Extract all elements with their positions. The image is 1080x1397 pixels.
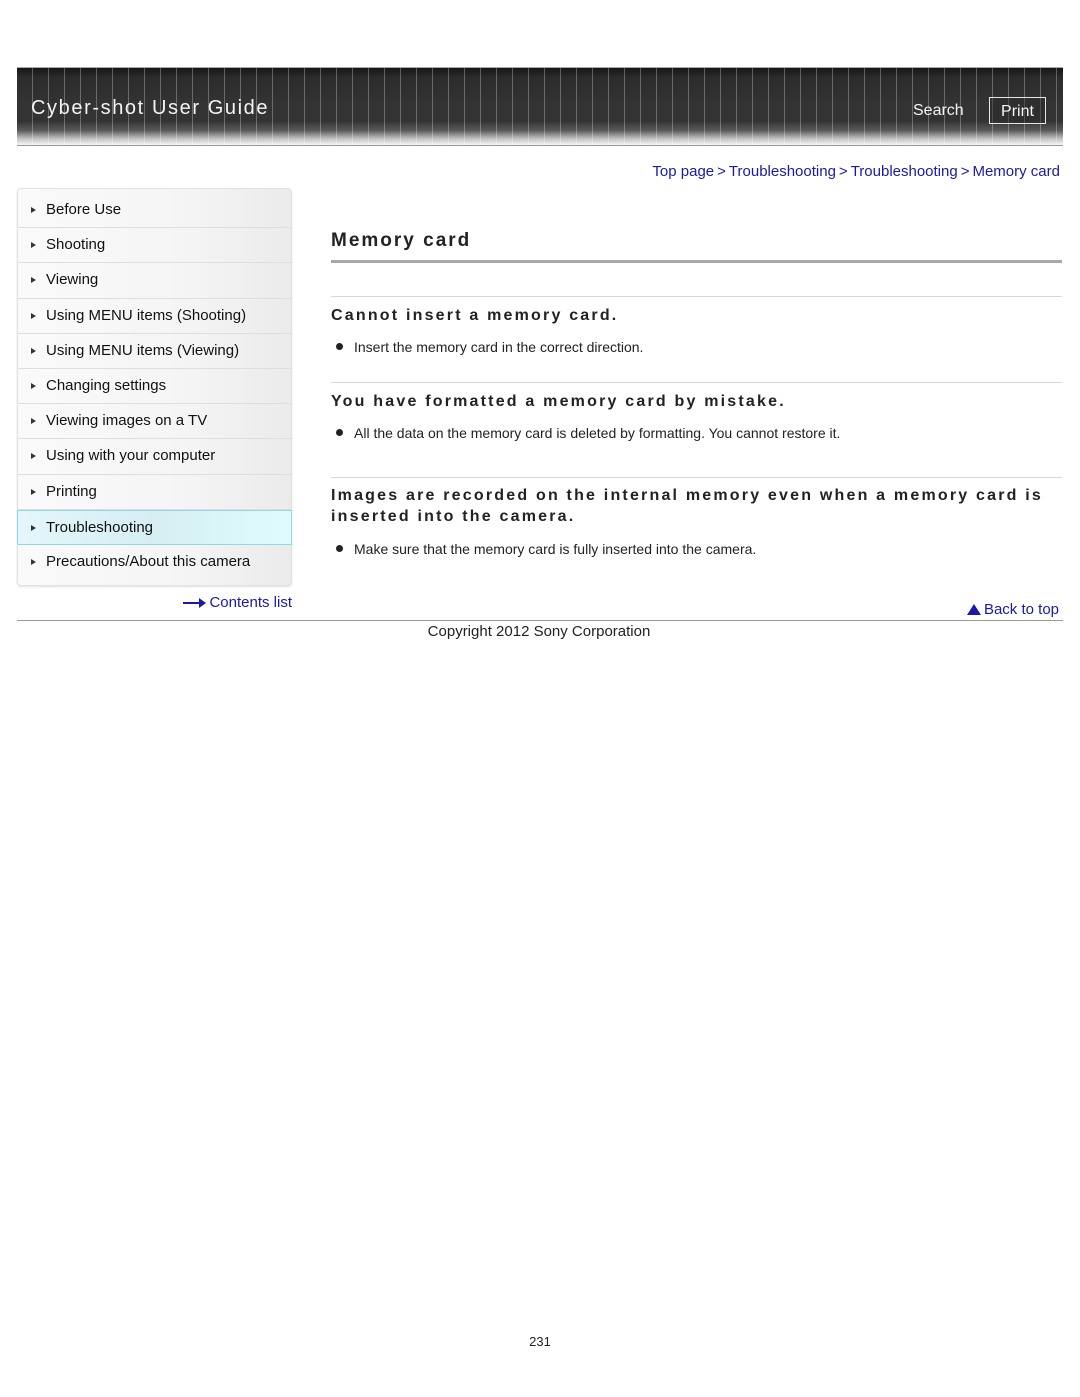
triangle-right-icon	[31, 382, 36, 389]
triangle-right-icon	[31, 312, 36, 319]
main-content: Memory card Cannot insert a memory card.…	[331, 225, 1062, 577]
list-item: Make sure that the memory card is fully …	[331, 541, 1062, 557]
sidebar-item-menu-viewing[interactable]: Using MENU items (Viewing)	[18, 334, 291, 369]
arrow-right-icon	[183, 597, 207, 608]
triangle-right-icon	[31, 558, 36, 565]
section-heading: Cannot insert a memory card.	[331, 307, 619, 324]
breadcrumb-top-page[interactable]: Top page	[652, 163, 714, 180]
sidebar-item-changing-settings[interactable]: Changing settings	[18, 369, 291, 405]
sidebar-item-label: Troubleshooting	[46, 518, 154, 536]
bullet-icon	[336, 545, 343, 552]
triangle-up-icon	[966, 604, 981, 615]
triangle-right-icon	[31, 524, 36, 531]
sidebar-item-label: Viewing images on a TV	[46, 412, 208, 430]
contents-list-label: Contents list	[209, 594, 292, 611]
sidebar-item-troubleshooting[interactable]: Troubleshooting	[17, 509, 292, 545]
sidebar-item-label: Before Use	[46, 201, 122, 218]
back-to-top-link[interactable]: Back to top	[966, 601, 1059, 618]
breadcrumb-separator: >	[717, 163, 726, 180]
sidebar-item-label: Precautions/About this camera	[46, 552, 251, 570]
breadcrumb-troubleshooting[interactable]: Troubleshooting	[729, 163, 836, 180]
title-divider	[331, 260, 1062, 263]
list-item-text: Make sure that the memory card is fully …	[354, 541, 757, 557]
sidebar-item-label: Using MENU items (Shooting)	[46, 306, 247, 324]
sidebar-item-label: Viewing	[46, 271, 99, 289]
sidebar-nav: Before Use Shooting Viewing Using MENU i…	[17, 188, 292, 586]
list-item: Insert the memory card in the correct di…	[331, 339, 1062, 355]
sidebar-item-menu-shooting[interactable]: Using MENU items (Shooting)	[18, 299, 291, 334]
triangle-right-icon	[31, 453, 36, 460]
header-banner: Cyber-shot User Guide Search Print	[17, 67, 1063, 146]
sidebar-item-printing[interactable]: Printing	[18, 475, 291, 510]
list-item-text: Insert the memory card in the correct di…	[354, 339, 644, 355]
list-item-text: All the data on the memory card is delet…	[354, 425, 841, 441]
app-title: Cyber-shot User Guide	[31, 97, 270, 119]
page-title: Memory card	[331, 230, 472, 251]
sidebar-item-label: Printing	[46, 482, 97, 500]
contents-list-link[interactable]: Contents list	[183, 594, 292, 611]
triangle-right-icon	[31, 207, 36, 213]
sidebar-item-shooting[interactable]: Shooting	[18, 228, 291, 264]
page-number: 231	[529, 1334, 551, 1349]
sidebar-item-label: Changing settings	[46, 376, 167, 394]
sidebar-item-precautions[interactable]: Precautions/About this camera	[18, 545, 291, 580]
section-heading: Images are recorded on the internal memo…	[331, 487, 1044, 525]
triangle-right-icon	[31, 347, 36, 354]
sidebar-item-label: Using MENU items (Viewing)	[46, 341, 240, 359]
breadcrumb-troubleshooting-sub[interactable]: Troubleshooting	[851, 163, 958, 180]
sidebar-item-label: Using with your computer	[46, 447, 216, 465]
breadcrumb-memory-card[interactable]: Memory card	[972, 163, 1060, 180]
breadcrumb-separator: >	[960, 163, 970, 180]
section-heading: You have formatted a memory card by mist…	[331, 393, 786, 410]
sidebar-item-before-use[interactable]: Before Use	[18, 193, 291, 229]
header-divider	[17, 145, 1063, 146]
print-button[interactable]: Print	[989, 97, 1046, 124]
search-link[interactable]: Search	[913, 102, 964, 120]
faq-section: Cannot insert a memory card. Insert the …	[331, 296, 1062, 382]
back-to-top-label: Back to top	[983, 601, 1059, 618]
faq-section: You have formatted a memory card by mist…	[331, 382, 1062, 477]
footer-divider	[17, 620, 1063, 621]
sidebar-item-label: Shooting	[46, 236, 106, 254]
breadcrumb-separator: >	[838, 163, 848, 180]
bullet-icon	[336, 429, 343, 436]
bullet-icon	[336, 343, 343, 350]
triangle-right-icon	[31, 418, 36, 425]
triangle-right-icon	[31, 242, 36, 249]
triangle-right-icon	[31, 277, 36, 284]
copyright: Copyright 2012 Sony Corporation	[427, 623, 651, 640]
list-item: All the data on the memory card is delet…	[331, 425, 1062, 441]
breadcrumb: Top page > Troubleshooting > Troubleshooting…	[652, 163, 1060, 180]
sidebar-item-viewing[interactable]: Viewing	[18, 263, 291, 299]
sidebar-item-computer[interactable]: Using with your computer	[18, 439, 291, 475]
triangle-right-icon	[31, 488, 36, 495]
faq-section: Images are recorded on the internal memo…	[331, 477, 1062, 577]
sidebar-item-viewing-tv[interactable]: Viewing images on a TV	[18, 404, 291, 440]
